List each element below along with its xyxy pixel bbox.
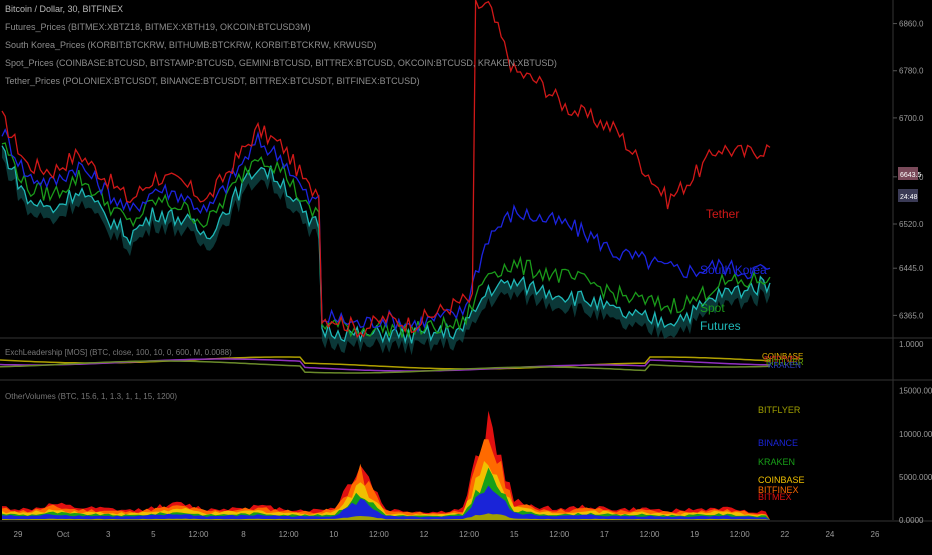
- volume-series-label: BITMEX: [758, 492, 792, 502]
- x-tick-label: 29: [14, 530, 23, 539]
- x-tick-label: 24: [825, 530, 834, 539]
- x-tick-label: 12:00: [549, 530, 570, 539]
- legend-futures: Futures_Prices (BITMEX:XBTZ18, BITMEX:XB…: [5, 22, 311, 32]
- y-tick-label: 0.0000: [899, 516, 924, 525]
- series-label-south_korea: South Korea: [700, 263, 767, 277]
- y-tick-label: 6445.0: [899, 264, 924, 273]
- y-tick-label: 6860.0: [899, 20, 924, 29]
- x-tick-label: 15: [510, 530, 519, 539]
- y-tick-label: 6520.0: [899, 220, 924, 229]
- x-tick-label: 8: [241, 530, 246, 539]
- x-tick-label: 3: [106, 530, 111, 539]
- leadership-series-label: KRAKEN: [768, 361, 801, 370]
- series-line-futures: [1, 145, 771, 345]
- last-value-label: 6643.5: [900, 172, 922, 179]
- volume-series-label: COINBASE: [758, 475, 805, 485]
- x-tick-label: 12:00: [369, 530, 390, 539]
- series-line-tether: [1, 0, 771, 339]
- chart-canvas: 6365.06445.06520.06600.06700.06780.06860…: [0, 0, 932, 550]
- x-tick-label: Oct: [57, 530, 70, 539]
- volume-series-label: KRAKEN: [758, 457, 795, 467]
- x-tick-label: 12:00: [188, 530, 209, 539]
- x-tick-label: 12: [419, 530, 428, 539]
- y-tick-label: 6365.0: [899, 311, 924, 320]
- x-tick-label: 12:00: [459, 530, 480, 539]
- volume-area-bitmex: [2, 410, 770, 520]
- series-label-futures: Futures: [700, 319, 741, 333]
- chart-title: Bitcoin / Dollar, 30, BITFINEX: [5, 4, 124, 14]
- x-tick-label: 26: [871, 530, 880, 539]
- x-tick-label: 12:00: [279, 530, 300, 539]
- x-tick-label: 12:00: [730, 530, 751, 539]
- legend-spot: Spot_Prices (COINBASE:BTCUSD, BITSTAMP:B…: [5, 58, 557, 68]
- volume-series-label: BITFLYER: [758, 405, 801, 415]
- series-label-spot: Spot: [700, 301, 725, 315]
- y-tick-label: 6780.0: [899, 67, 924, 76]
- x-tick-label: 19: [690, 530, 699, 539]
- y-tick-label: 5000.0000: [899, 473, 932, 482]
- series-label-tether: Tether: [706, 207, 739, 221]
- volumes-label: OtherVolumes (BTC, 15.6, 1, 1.3, 1, 1, 1…: [5, 392, 177, 401]
- legend-south-korea: South Korea_Prices (KORBIT:BTCKRW, BITHU…: [5, 40, 377, 50]
- x-tick-label: 17: [600, 530, 609, 539]
- volume-area-bitfinex: [2, 439, 770, 520]
- leadership-label: ExchLeadership [MOS] (BTC, close, 100, 1…: [5, 348, 232, 357]
- y-tick-label: 6700.0: [899, 114, 924, 123]
- x-tick-label: 10: [329, 530, 338, 539]
- legend-tether: Tether_Prices (POLONIEX:BTCUSDT, BINANCE…: [5, 76, 420, 86]
- volume-series-label: BINANCE: [758, 438, 798, 448]
- y-tick-label: 10000.0000: [899, 430, 932, 439]
- x-tick-label: 12:00: [639, 530, 660, 539]
- last-value-label: 24:48: [900, 194, 918, 201]
- y-tick-label: 1.0000: [899, 340, 924, 349]
- y-tick-label: 15000.0000: [899, 387, 932, 396]
- x-tick-label: 5: [151, 530, 156, 539]
- x-tick-label: 22: [780, 530, 789, 539]
